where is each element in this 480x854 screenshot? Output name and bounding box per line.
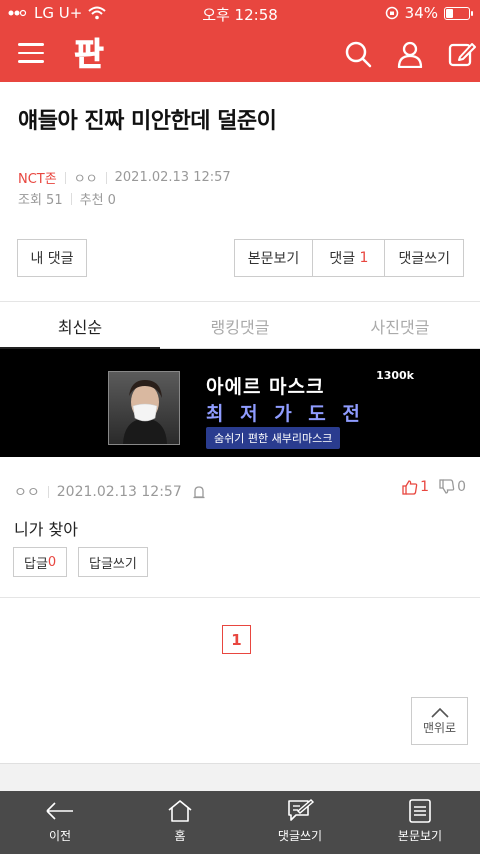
ad-model-photo (108, 371, 180, 445)
back-arrow-icon (46, 802, 73, 820)
thumbs-down-icon (439, 479, 455, 494)
upvote-count: 1 (420, 479, 430, 495)
nav-write-comment[interactable]: 댓글쓰기 (240, 791, 360, 854)
status-bar: LG U+ 오후 12:58 34% (0, 0, 480, 26)
post-views: 조회 51 (18, 193, 63, 208)
pann-logo[interactable]: 판 (70, 34, 108, 74)
nav-back[interactable]: 이전 (0, 791, 120, 854)
document-icon (409, 799, 431, 823)
comment-text: 니가 찾아 (14, 520, 78, 539)
rotation-lock-icon (385, 6, 398, 20)
post-author: ㅇㅇ (73, 172, 98, 187)
section-divider (0, 597, 480, 598)
search-icon[interactable] (344, 40, 372, 68)
scroll-to-top-label: 맨위로 (422, 720, 457, 735)
section-divider (0, 301, 480, 302)
write-comment-icon (288, 799, 314, 821)
comment-tabs: 최신순 랭킹댓글 사진댓글 (0, 303, 480, 349)
downvote-count: 0 (457, 479, 466, 495)
report-icon[interactable] (192, 485, 206, 499)
ad-headline: 아에르 마스크 (206, 376, 325, 398)
battery-percent: 34% (404, 4, 438, 22)
write-reply-button[interactable]: 답글쓰기 (78, 547, 148, 577)
scroll-to-top-button[interactable]: 맨위로 (411, 697, 468, 745)
page-number-current[interactable]: 1 (222, 625, 251, 654)
comments-label: 댓글 (329, 251, 356, 267)
nav-view-post[interactable]: 본문보기 (360, 791, 480, 854)
nav-write-comment-label: 댓글쓰기 (277, 829, 323, 843)
battery-icon (444, 6, 473, 20)
reply-count: 0 (47, 554, 57, 570)
upvote-button[interactable]: 1 (402, 479, 429, 495)
chevron-up-icon (430, 707, 449, 718)
footer-band (0, 763, 480, 791)
comment-votes: 1 0 (402, 479, 466, 495)
divider (70, 192, 72, 205)
post-stats: 조회 51 추천 0 (18, 189, 116, 208)
comments-button[interactable]: 댓글 1 (313, 240, 386, 276)
comment-date: 2021.02.13 12:57 (56, 484, 182, 500)
ad-subhead: 최 저 가 도 전 (206, 403, 365, 425)
tab-photo[interactable]: 사진댓글 (320, 303, 480, 348)
post-category[interactable]: NCT존 (18, 168, 57, 187)
app-header: 판 (0, 26, 480, 82)
post-date: 2021.02.13 12:57 (114, 170, 231, 185)
thumbs-up-icon (402, 480, 418, 495)
nav-view-post-label: 본문보기 (397, 829, 443, 843)
bottom-nav: 이전 홈 댓글쓰기 본문보기 (0, 791, 480, 854)
reply-label: 답글 (24, 556, 48, 572)
view-post-button[interactable]: 본문보기 (235, 240, 314, 276)
comments-count: 1 (359, 250, 369, 266)
ad-tagline: 숨쉬기 편한 새부리마스크 (206, 427, 341, 449)
divider (64, 171, 66, 184)
post-recommend: 추천 0 (79, 193, 116, 208)
home-icon (168, 800, 192, 822)
ad-brand: 1300k (376, 369, 414, 382)
divider (105, 171, 107, 184)
logo-text: 판 (74, 35, 103, 72)
my-comments-button[interactable]: 내 댓글 (17, 239, 87, 277)
post-action-buttons: 본문보기 댓글 1 댓글쓰기 (233, 239, 464, 277)
comment-meta: ㅇㅇ 2021.02.13 12:57 (14, 482, 206, 502)
post-meta: NCT존 ㅇㅇ 2021.02.13 12:57 (18, 168, 231, 187)
write-icon[interactable] (448, 40, 476, 68)
status-right: 34% (385, 4, 473, 22)
divider (47, 486, 49, 498)
user-icon[interactable] (396, 40, 424, 69)
comment-author: ㅇㅇ (14, 485, 40, 501)
ad-banner[interactable]: 1300k 아에르 마스크 최 저 가 도 전 숨쉬기 편한 새부리마스크 (0, 349, 480, 457)
downvote-button[interactable]: 0 (439, 479, 466, 495)
nav-back-label: 이전 (48, 829, 72, 843)
reply-button[interactable]: 답글 0 (13, 547, 68, 577)
tab-ranking[interactable]: 랭킹댓글 (160, 303, 320, 348)
menu-icon[interactable] (18, 43, 44, 65)
post-title: 얘들아 진짜 미안한데 덜준이 (18, 109, 277, 134)
write-comment-button[interactable]: 댓글쓰기 (385, 240, 463, 276)
tab-latest[interactable]: 최신순 (0, 303, 160, 349)
nav-home[interactable]: 홈 (120, 791, 240, 854)
nav-home-label: 홈 (174, 829, 186, 843)
